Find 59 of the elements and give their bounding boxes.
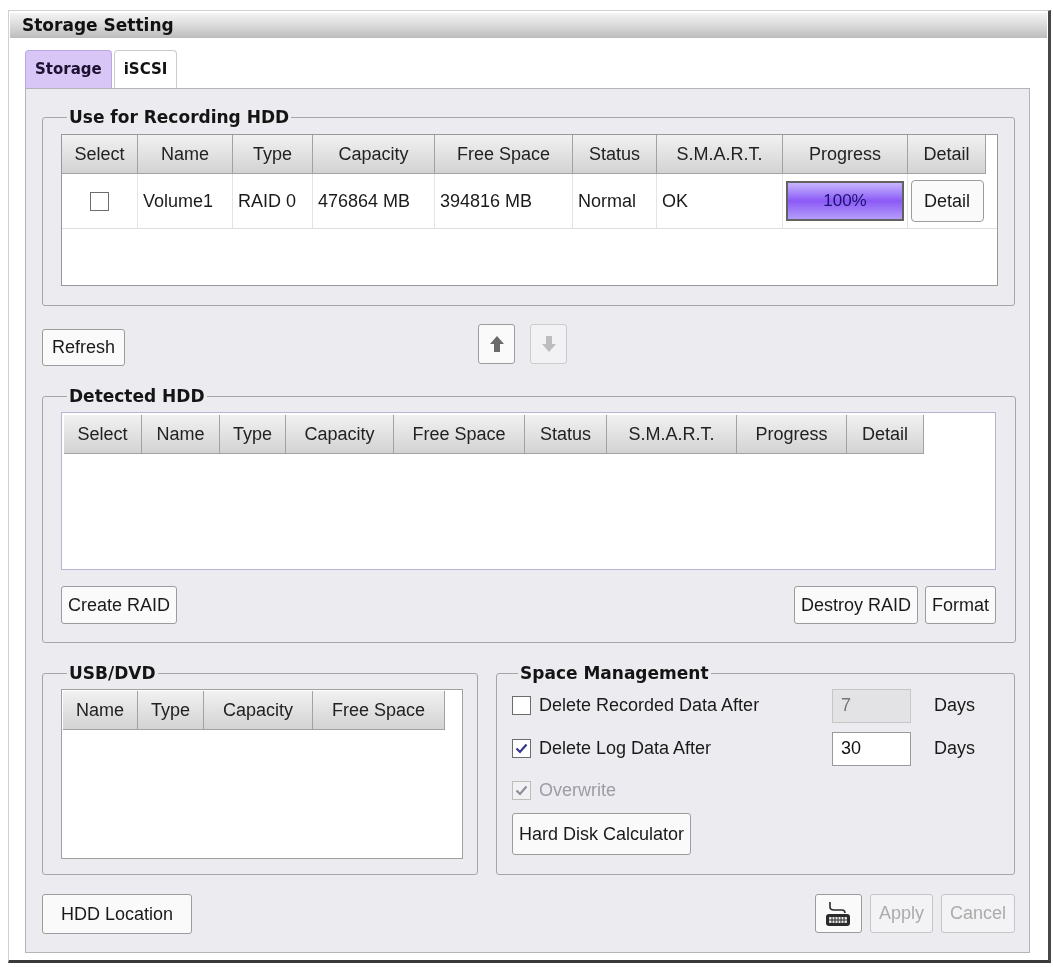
- column-header: S.M.A.R.T.: [607, 415, 737, 454]
- hdd-location-button[interactable]: HDD Location: [42, 894, 192, 934]
- column-header: Type: [220, 415, 286, 454]
- table-cell: OK: [657, 174, 783, 228]
- column-header: Free Space: [313, 691, 445, 730]
- tab[interactable]: Storage: [25, 50, 112, 88]
- checkmark-icon: [515, 743, 528, 754]
- calculator-button[interactable]: Hard Disk Calculator: [512, 813, 692, 855]
- table-cell: 476864 MB: [313, 174, 435, 228]
- create-raid-button[interactable]: Create RAID: [61, 586, 178, 624]
- column-header: Progress: [737, 415, 847, 454]
- keyboard-button[interactable]: [814, 894, 862, 933]
- column-header: Free Space: [394, 415, 525, 454]
- destroy-raid-button[interactable]: Destroy RAID: [793, 586, 918, 624]
- move-up-button[interactable]: [478, 324, 515, 364]
- column-header: Type: [138, 691, 204, 730]
- group-title: Use for Recording HDD: [68, 107, 291, 128]
- column-header: Name: [142, 415, 220, 454]
- checkmark-icon: [515, 784, 528, 796]
- unit-label: Days: [934, 737, 975, 760]
- column-header: Free Space: [435, 135, 573, 174]
- table-cell: RAID 0: [233, 174, 313, 228]
- column-header: Status: [573, 135, 657, 174]
- group-title: USB/DVD: [68, 663, 157, 684]
- format-button[interactable]: Format: [925, 586, 996, 624]
- days-field[interactable]: 30: [832, 731, 911, 766]
- column-header: Select: [64, 415, 142, 454]
- checkbox[interactable]: [512, 739, 531, 758]
- checkbox[interactable]: [512, 696, 531, 715]
- column-header: Name: [138, 135, 233, 174]
- window-title: Storage Setting: [22, 13, 174, 37]
- table-cell: Normal: [573, 174, 657, 228]
- column-header: S.M.A.R.T.: [657, 135, 783, 174]
- detail-button[interactable]: Detail: [910, 180, 984, 222]
- up-arrow-icon: [488, 335, 505, 353]
- keyboard-icon: [824, 899, 853, 928]
- column-header: Progress: [783, 135, 908, 174]
- group-title: Detected HDD: [68, 386, 206, 407]
- column-header: Type: [233, 135, 313, 174]
- down-arrow-icon: [540, 335, 557, 353]
- column-header: Capacity: [286, 415, 394, 454]
- column-header: Detail: [847, 415, 924, 454]
- tab[interactable]: iSCSI: [113, 50, 178, 88]
- checkbox[interactable]: [90, 191, 109, 211]
- checkbox-label: Delete Recorded Data After: [539, 694, 761, 717]
- group-title: Space Management: [519, 663, 710, 684]
- progress-label: 100%: [823, 190, 867, 213]
- table-cell: Volume1: [138, 174, 233, 228]
- column-header: Capacity: [204, 691, 313, 730]
- column-header: Name: [63, 691, 138, 730]
- refresh-button[interactable]: Refresh: [42, 329, 125, 366]
- checkbox-label: Overwrite: [539, 778, 616, 802]
- column-header: Capacity: [313, 135, 435, 174]
- column-header: Select: [62, 135, 138, 174]
- unit-label: Days: [934, 694, 975, 717]
- column-header: Detail: [908, 135, 986, 174]
- table-cell: 394816 MB: [435, 174, 573, 228]
- column-header: Status: [525, 415, 607, 454]
- checkbox-label: Delete Log Data After: [539, 737, 713, 760]
